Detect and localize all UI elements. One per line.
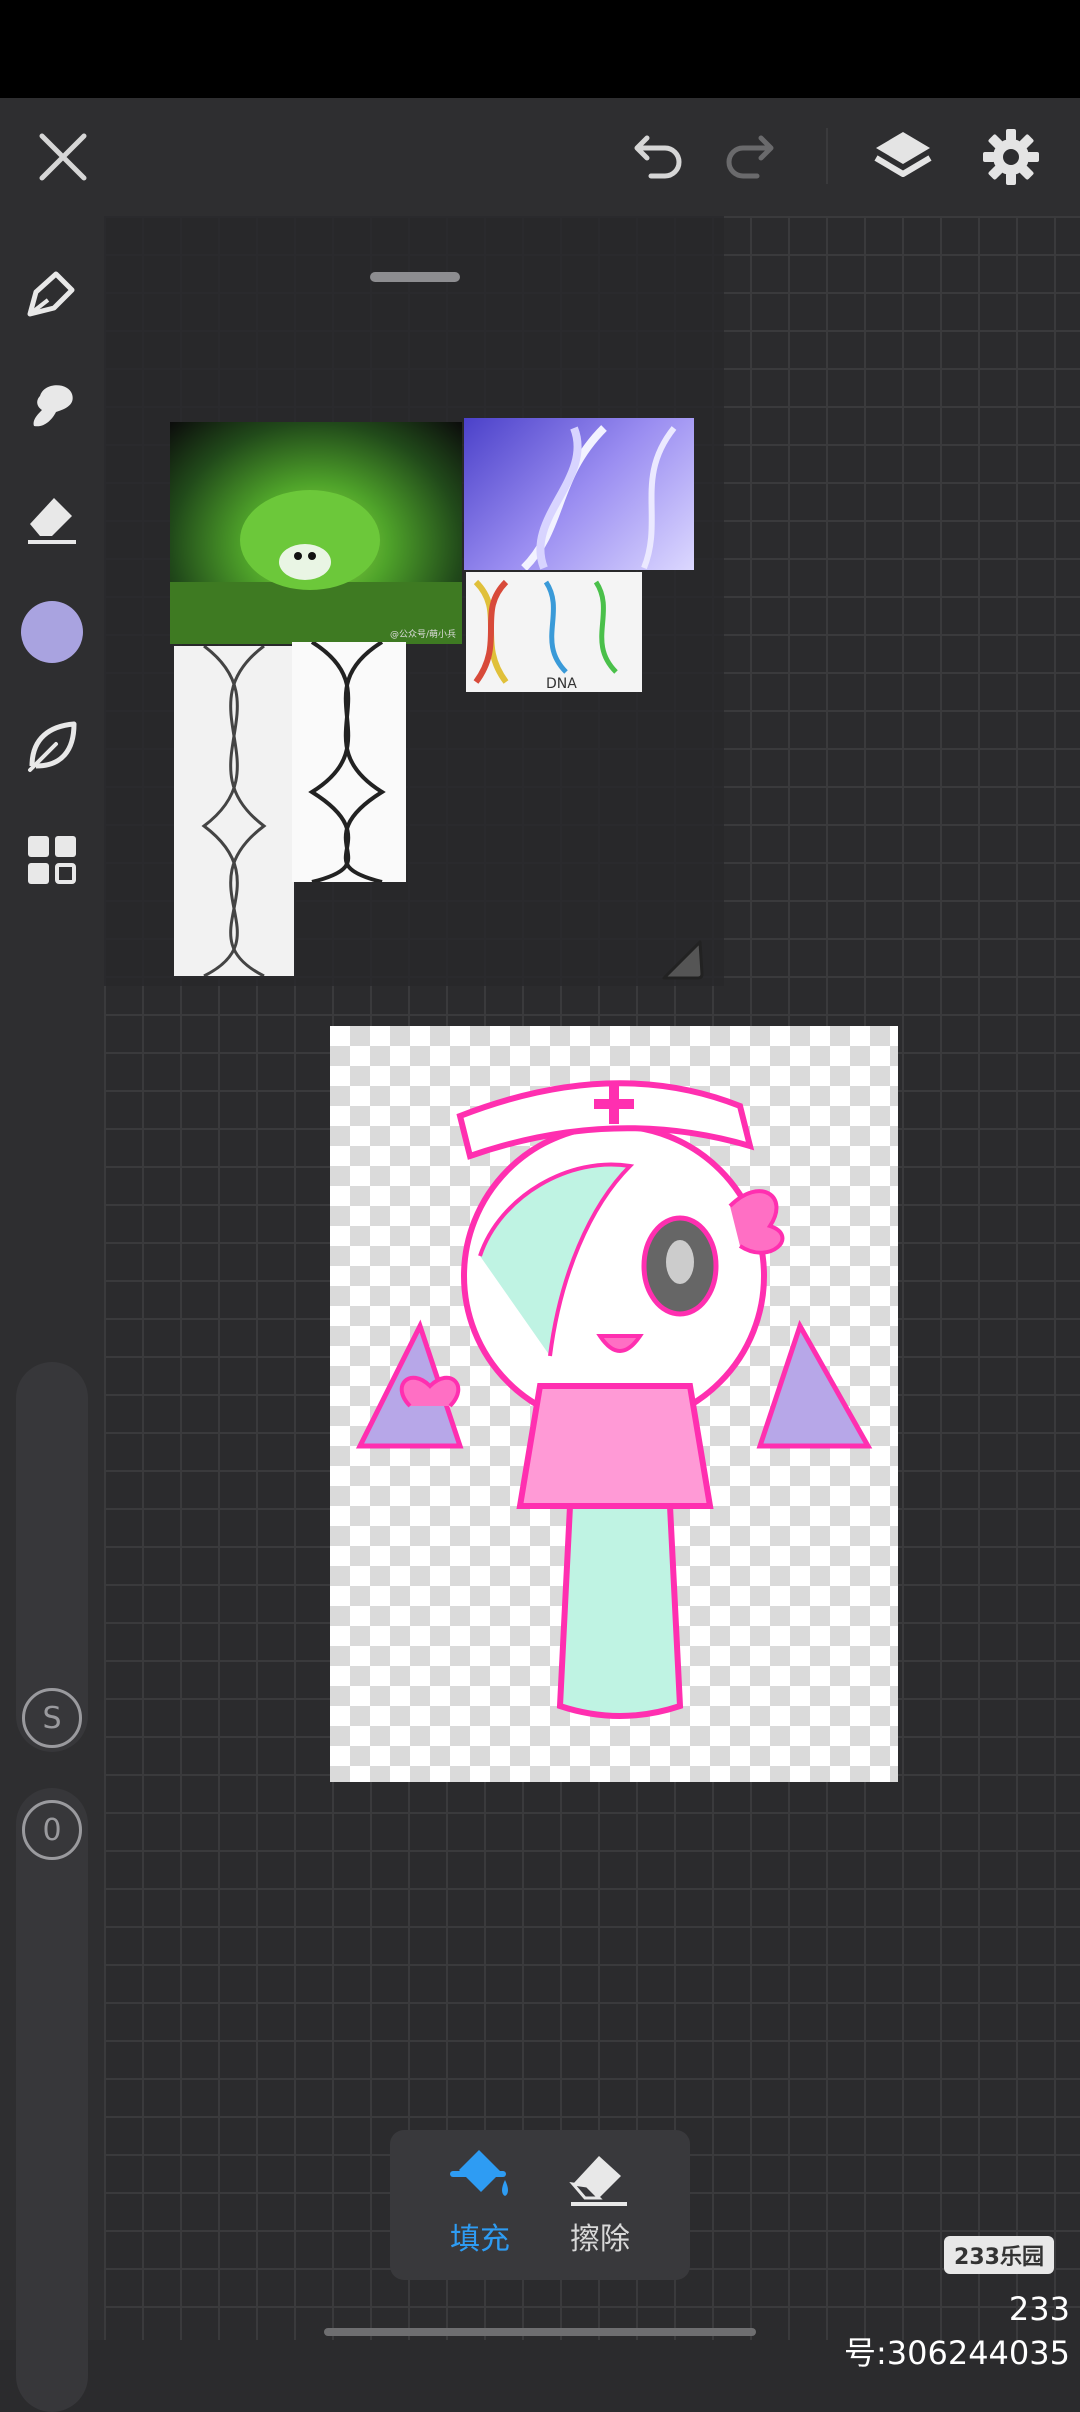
reference-drag-handle[interactable] bbox=[370, 272, 460, 282]
leaf-icon bbox=[28, 721, 77, 772]
colored-dna-illustration bbox=[473, 579, 618, 684]
color-picker[interactable] bbox=[12, 592, 92, 672]
brush-icon bbox=[27, 271, 75, 317]
leaf-tool[interactable] bbox=[12, 706, 92, 786]
watermark-logo: 233乐园 bbox=[944, 2236, 1054, 2274]
fill-label: 填充 bbox=[450, 2222, 510, 2257]
watermark-id: 233号:306244035 bbox=[843, 2290, 1070, 2372]
status-bar bbox=[0, 0, 1080, 98]
reference-image-helix-sketch[interactable] bbox=[174, 646, 294, 976]
drawing-canvas[interactable] bbox=[330, 1026, 898, 1782]
dna-helix-illustration bbox=[521, 425, 677, 570]
helix-sketch-illustration bbox=[201, 646, 267, 976]
dna-text-label: DNA bbox=[546, 676, 577, 692]
eraser-icon bbox=[28, 498, 76, 544]
undo-button[interactable] bbox=[618, 120, 692, 194]
opacity-knob[interactable]: 0 bbox=[22, 1800, 82, 1860]
sea-slug-illustration bbox=[170, 490, 462, 644]
settings-button[interactable] bbox=[974, 120, 1048, 194]
current-color-swatch bbox=[21, 601, 83, 663]
grid-tool[interactable] bbox=[12, 820, 92, 900]
reference-image-leaf-sheep[interactable]: @公众号/萌小兵 bbox=[170, 422, 462, 644]
toolbar-divider bbox=[826, 128, 828, 184]
smudge-tool[interactable] bbox=[12, 366, 92, 446]
nurse-character-artwork bbox=[355, 1080, 873, 1719]
bucket-tool-panel: 填充 擦除 bbox=[390, 2130, 690, 2280]
redo-icon bbox=[726, 135, 774, 179]
layers-icon bbox=[874, 132, 932, 177]
reference-image-dna-colored[interactable]: DNA bbox=[466, 572, 642, 692]
paint-bucket-icon bbox=[450, 2150, 508, 2196]
redo-button[interactable] bbox=[716, 120, 790, 194]
size-knob[interactable]: S bbox=[22, 1688, 82, 1748]
home-indicator[interactable] bbox=[324, 2328, 756, 2336]
erase-fill-button[interactable]: 擦除 bbox=[540, 2144, 660, 2268]
left-toolbar: S 0 bbox=[0, 216, 104, 2412]
erase-label: 擦除 bbox=[570, 2222, 630, 2257]
helix-diagram-illustration bbox=[308, 642, 386, 882]
fill-button[interactable]: 填充 bbox=[420, 2144, 540, 2268]
close-button[interactable] bbox=[26, 120, 100, 194]
reference-image-dna-purple[interactable] bbox=[464, 418, 694, 570]
brush-size-slider[interactable]: S bbox=[16, 1362, 88, 1752]
smudge-icon bbox=[33, 385, 73, 427]
reference-image-helix-diagram[interactable] bbox=[292, 642, 406, 882]
brush-tool[interactable] bbox=[12, 254, 92, 334]
layers-button[interactable] bbox=[866, 120, 940, 194]
brush-opacity-slider[interactable]: 0 bbox=[16, 1788, 88, 2412]
reference-caption: @公众号/萌小兵 bbox=[389, 630, 456, 640]
eraser-tool[interactable] bbox=[12, 478, 92, 558]
grid-icon bbox=[28, 836, 76, 884]
resize-handle-icon[interactable] bbox=[658, 934, 708, 984]
top-toolbar bbox=[0, 98, 1080, 216]
close-icon bbox=[39, 133, 87, 181]
undo-icon bbox=[634, 135, 682, 179]
eraser-icon bbox=[569, 2156, 627, 2206]
gear-icon bbox=[983, 129, 1039, 185]
